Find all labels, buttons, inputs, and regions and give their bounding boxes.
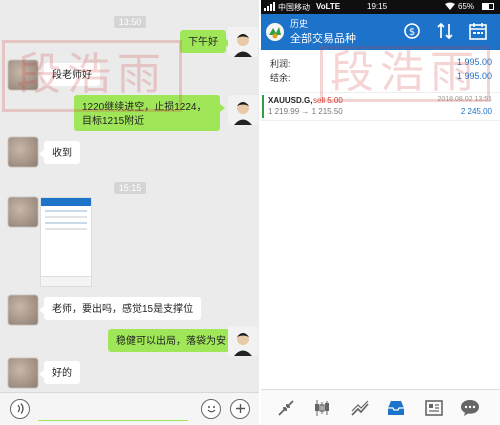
chat-input-bar — [0, 392, 260, 425]
page-title: 历史 — [290, 19, 309, 29]
menu-logo-icon[interactable] — [264, 21, 286, 43]
history-icon[interactable] — [384, 396, 408, 420]
chat-message-incoming[interactable]: 老师，要出吗，感觉15是支撑位 — [38, 297, 202, 320]
battery-icon — [482, 3, 494, 10]
trade-profit: 2 245.00 — [460, 107, 492, 116]
message-text: 好的 — [52, 368, 72, 379]
trade-prices: 1 219.99 → 1 215.50 — [268, 107, 343, 116]
timestamp: 13:50 — [0, 12, 260, 30]
divider — [259, 0, 261, 425]
status-bar: 中国移动 VoLTE 19:15 65% — [260, 0, 500, 14]
network-label: VoLTE — [316, 2, 341, 11]
message-text: 稳健可以出局，落袋为安 — [116, 336, 226, 347]
chat-message-outgoing[interactable]: 稳健可以出局，落袋为安 — [108, 329, 239, 352]
sort-icon[interactable] — [433, 19, 457, 43]
avatar-portrait-icon — [228, 326, 258, 356]
chat-image-thumbnail[interactable] — [40, 197, 92, 287]
trading-app: 中国移动 VoLTE 19:15 65% 历史 全部交易品种 $ 利润: 1 9… — [260, 0, 500, 425]
svg-text:$: $ — [409, 27, 415, 38]
indicator-icon[interactable] — [348, 396, 372, 420]
message-text: 下午好 — [188, 37, 218, 48]
message-input[interactable] — [38, 402, 188, 421]
chat-icon[interactable] — [458, 396, 482, 420]
avatar-portrait-icon — [228, 95, 258, 125]
trade-symbol: XAUUSD.G, — [268, 96, 313, 105]
plus-icon[interactable] — [230, 399, 250, 419]
avatar[interactable] — [228, 27, 258, 57]
calendar-icon[interactable] — [466, 19, 490, 43]
avatar[interactable] — [8, 137, 38, 167]
chat-message-incoming[interactable]: 好的 — [39, 361, 80, 384]
exchange-icon[interactable]: $ — [400, 19, 424, 43]
message-text: 老师，要出吗，感觉15是支撑位 — [52, 304, 194, 315]
app-bar: 历史 全部交易品种 $ — [260, 14, 500, 50]
timestamp: 15:15 — [0, 178, 260, 196]
profit-label: 利润: — [270, 59, 291, 69]
trade-icon[interactable] — [274, 396, 298, 420]
status-time: 19:15 — [367, 2, 388, 11]
avatar-portrait-icon — [228, 27, 258, 57]
news-icon[interactable] — [422, 396, 446, 420]
message-text: 收到 — [52, 148, 72, 159]
bottom-navigation — [260, 389, 500, 425]
avatar[interactable] — [228, 95, 258, 125]
chat-message-outgoing[interactable]: 下午好 — [180, 30, 231, 53]
signal-icon — [264, 2, 276, 13]
wifi-icon — [445, 2, 455, 13]
carrier-label: 中国移动 — [278, 3, 310, 12]
page-subtitle[interactable]: 全部交易品种 — [290, 30, 356, 46]
chat-message-incoming[interactable]: 收到 — [39, 141, 80, 164]
watermark: 段浩雨 — [320, 46, 490, 102]
trade-side-bar — [262, 95, 264, 118]
emoji-icon[interactable] — [201, 399, 221, 419]
avatar[interactable] — [8, 295, 38, 325]
balance-label: 结余: — [270, 73, 291, 83]
avatar[interactable] — [8, 197, 38, 227]
chat-panel: 13:50 下午好 段老师好 1220继续进空，止损1224，目标1215附近 … — [0, 0, 260, 425]
watermark: 段浩雨 — [2, 40, 182, 112]
chart-icon[interactable] — [310, 396, 334, 420]
avatar[interactable] — [8, 358, 38, 388]
battery-label: 65% — [458, 2, 475, 11]
avatar[interactable] — [228, 326, 258, 356]
voice-icon[interactable] — [10, 399, 30, 419]
